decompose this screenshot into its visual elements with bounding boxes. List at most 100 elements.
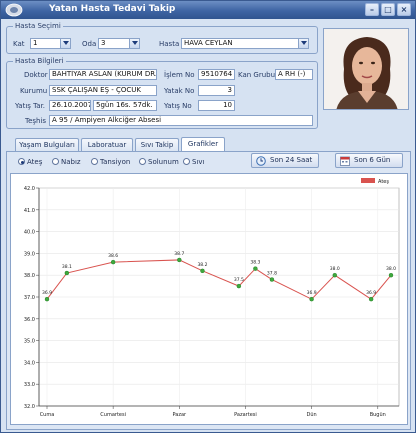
ates-chart: 42.0 41.0 40.0 39.0 38.0 37.0 36.0 35.0 34.0 33.0… — [10, 173, 408, 425]
data-point — [388, 272, 394, 278]
chevron-down-icon[interactable] — [129, 39, 139, 48]
data-label: 37.8 — [267, 271, 277, 277]
yatis-no-label: Yatış No — [164, 102, 192, 110]
data-label: 38.0 — [330, 266, 340, 272]
x-tick-label: Bugün — [370, 412, 386, 418]
data-label: 38.0 — [386, 266, 396, 272]
oda-value: 3 — [101, 39, 106, 47]
radio-tansiyon[interactable]: Tansiyon — [91, 158, 130, 166]
tab-yasam-bulgulari[interactable]: Yaşam Bulguları — [15, 138, 79, 151]
yatak-field: 3 — [198, 85, 235, 96]
yatis-tarihi-field: 26.10.2007 — [49, 100, 91, 111]
y-tick-label: 33.0 — [24, 382, 35, 388]
title-bar[interactable]: Yatan Hasta Tedavi Takip – □ × — [1, 1, 415, 19]
data-point — [110, 259, 116, 265]
tab-sivi-takip[interactable]: Sıvı Takip — [135, 138, 179, 151]
data-point — [64, 270, 70, 276]
kat-select[interactable]: 1 — [30, 38, 71, 49]
kan-grubu-label: Kan Grubu — [238, 71, 276, 79]
data-point — [332, 272, 337, 278]
maximize-button[interactable]: □ — [381, 3, 395, 16]
x-tick-label: Pazar — [173, 412, 188, 418]
data-point — [253, 266, 258, 271]
oda-label: Oda — [82, 40, 97, 48]
calendar-icon — [340, 156, 350, 166]
data-label: 36.9 — [42, 290, 52, 296]
data-label: 36.9 — [366, 290, 376, 296]
ates-chart-svg: 42.0 41.0 40.0 39.0 38.0 37.0 36.0 35.0 34.0 33.0… — [24, 178, 400, 418]
y-tick-label: 40.0 — [24, 230, 35, 236]
y-tick-label: 37.0 — [24, 295, 35, 301]
doktor-field: BAHTİYAR ASLAN (KURUM DR.) — [49, 69, 157, 80]
yatak-label: Yatak No — [164, 87, 195, 95]
data-point — [368, 296, 374, 302]
hasta-label: Hasta — [159, 40, 180, 48]
radio-sivi[interactable]: Sıvı — [183, 158, 204, 166]
data-label: 38.1 — [62, 264, 72, 270]
y-tick-label: 38.0 — [24, 273, 35, 279]
oda-select[interactable]: 3 — [98, 38, 140, 49]
data-label: 38.7 — [174, 251, 184, 257]
radio-tansiyon-label: Tansiyon — [100, 158, 131, 166]
kat-label: Kat — [13, 40, 25, 48]
doktor-label: Doktor — [24, 71, 48, 79]
radio-ates-dot[interactable] — [18, 158, 25, 165]
y-tick-label: 32.0 — [24, 404, 35, 410]
radio-solunum[interactable]: Solunum — [139, 158, 179, 166]
radio-nabiz[interactable]: Nabız — [52, 158, 81, 166]
yatis-no-field: 10 — [198, 100, 235, 111]
radio-solunum-dot[interactable] — [139, 158, 146, 165]
son-6-gun-button[interactable]: Son 6 Gün — [335, 153, 403, 168]
radio-ates[interactable]: Ateş — [18, 158, 42, 166]
son-6-gun-label: Son 6 Gün — [354, 156, 391, 164]
yatis-tarihi-label: Yatış Tar. — [15, 102, 46, 110]
x-tick-label: Dün — [307, 412, 317, 418]
radio-tansiyon-dot[interactable] — [91, 158, 98, 165]
hasta-secimi-legend: Hasta Seçimi — [15, 22, 61, 30]
legend-swatch — [361, 178, 375, 183]
x-tick-label: Cumartesi — [100, 412, 126, 418]
kurum-field: SSK ÇALIŞAN EŞ - ÇOCUK — [49, 85, 157, 96]
chevron-down-icon[interactable] — [60, 39, 70, 48]
y-tick-label: 41.0 — [24, 208, 35, 214]
minimize-button[interactable]: – — [365, 3, 379, 16]
data-label: 37.5 — [234, 277, 244, 283]
islem-field: 9510764 — [198, 69, 235, 80]
data-label: 38.2 — [197, 262, 207, 268]
y-tick-label: 36.0 — [24, 317, 35, 323]
chevron-down-icon[interactable] — [298, 39, 308, 48]
tab-laboratuar[interactable]: Laboratuar — [81, 138, 133, 151]
data-point — [269, 277, 275, 282]
hasta-select[interactable]: HAVA CEYLAN — [181, 38, 309, 49]
islem-label: İşlem No — [164, 71, 195, 79]
close-button[interactable]: × — [397, 3, 411, 16]
data-point — [44, 296, 50, 302]
clock-icon — [256, 156, 266, 166]
son-24-saat-label: Son 24 Saat — [270, 156, 313, 164]
data-point — [200, 268, 205, 274]
legend-label: Ateş — [378, 179, 389, 185]
x-tick-label: Pazartesi — [234, 412, 257, 418]
y-tick-label: 34.0 — [24, 360, 35, 366]
hasta-value: HAVA CEYLAN — [184, 39, 233, 47]
y-tick-label: 39.0 — [24, 251, 35, 257]
y-tick-label: 35.0 — [24, 339, 35, 345]
x-tick-label: Cuma — [40, 412, 55, 418]
data-point — [309, 296, 314, 302]
app-icon — [5, 3, 23, 17]
radio-sivi-dot[interactable] — [183, 158, 190, 165]
son-24-saat-button[interactable]: Son 24 Saat — [251, 153, 319, 168]
kat-value: 1 — [33, 39, 38, 47]
teshis-field: A 95 / Ampiyen Alkciğer Absesi — [49, 115, 313, 126]
tab-grafikler[interactable]: Grafikler — [181, 137, 225, 151]
data-point — [177, 257, 182, 263]
radio-nabiz-dot[interactable] — [52, 158, 59, 165]
main-window: Yatan Hasta Tedavi Takip – □ × Hasta Seç… — [0, 0, 416, 433]
data-label: 38.3 — [250, 260, 260, 266]
data-label: 38.6 — [108, 253, 118, 259]
kan-grubu-field: A RH (-) — [275, 69, 313, 80]
data-point — [236, 283, 242, 289]
kurum-label: Kurumu — [20, 87, 48, 95]
y-tick-label: 42.0 — [24, 186, 35, 192]
radio-sivi-label: Sıvı — [192, 158, 205, 166]
